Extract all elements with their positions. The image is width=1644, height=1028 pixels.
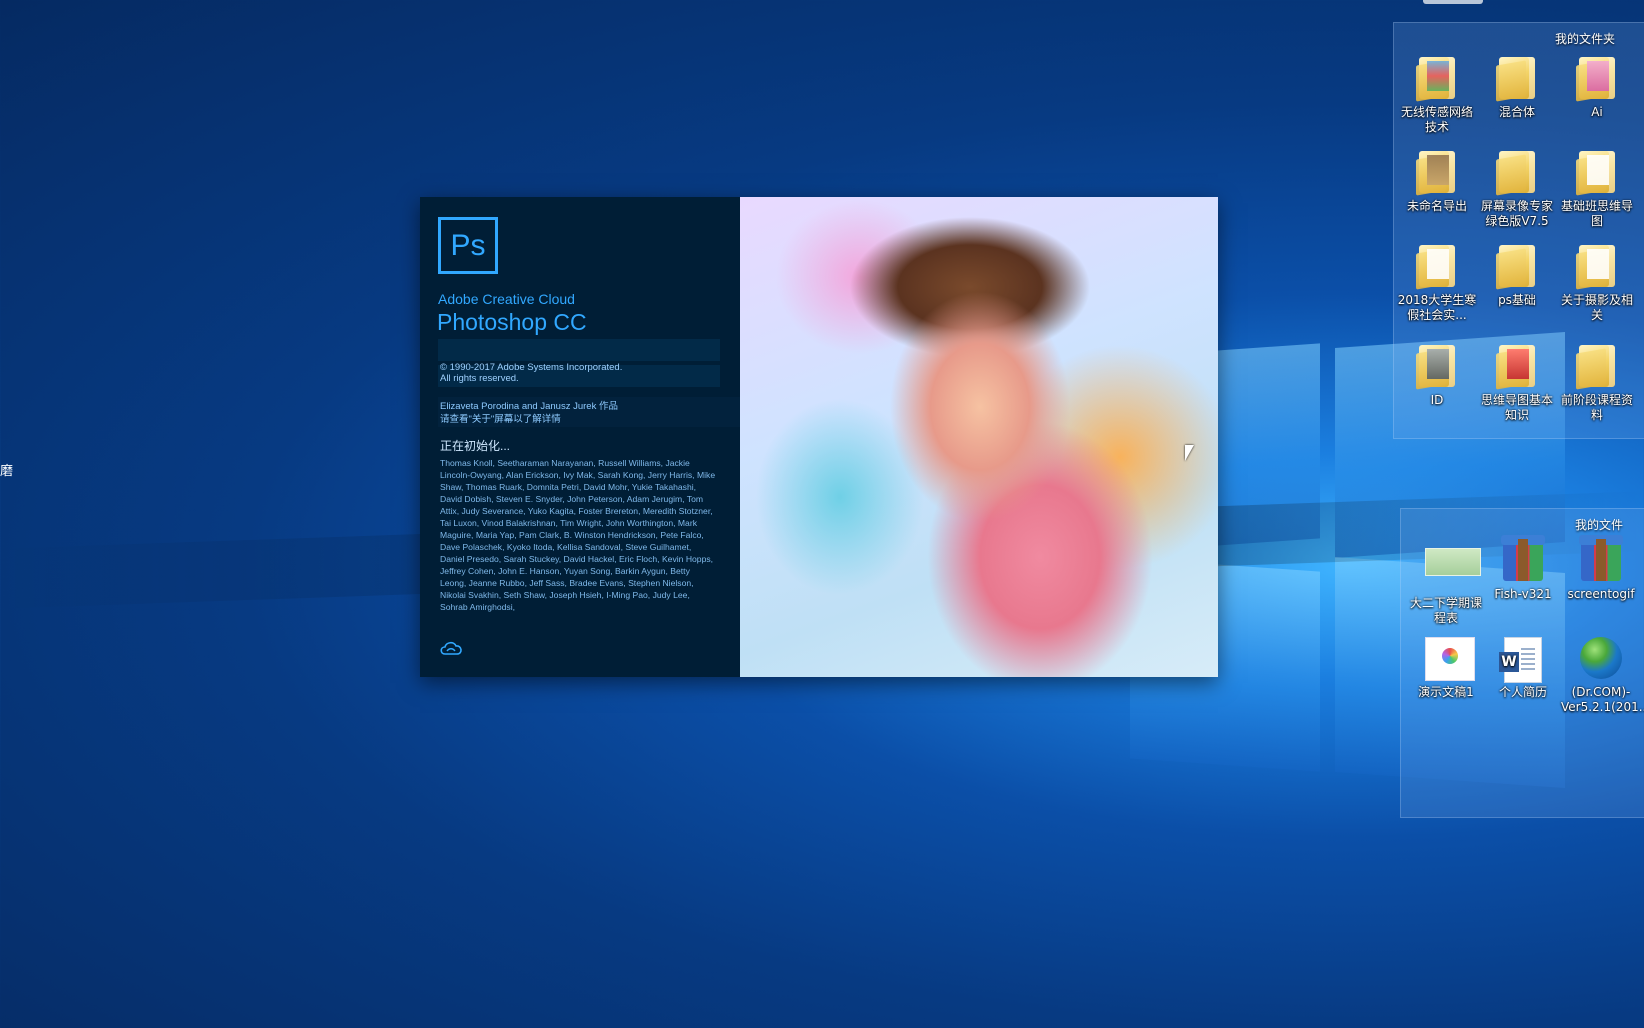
desktop-icon-folder[interactable]: 思维导图基本知识 xyxy=(1477,345,1557,423)
icon-label: 2018大学生寒假社会实... xyxy=(1397,293,1477,322)
desktop-icon-folder[interactable]: 无线传感网络技术 xyxy=(1397,57,1477,135)
desktop-icon-folder[interactable]: 混合体 xyxy=(1477,57,1557,120)
icon-label: 屏幕录像专家绿色版V7.5 xyxy=(1480,199,1553,228)
fence-title[interactable]: 我的文件夹 xyxy=(1555,30,1615,47)
desktop-icon-file[interactable]: W 个人简历 xyxy=(1483,637,1563,700)
desktop-icon-folder[interactable]: ps基础 xyxy=(1477,245,1557,308)
word-document-icon: W xyxy=(1499,637,1542,683)
desktop-icon-file[interactable]: screentogif xyxy=(1561,535,1641,602)
desktop-icon-folder[interactable]: Ai xyxy=(1557,57,1637,120)
icon-label: Fish-v321 xyxy=(1494,587,1552,601)
divider-bar xyxy=(438,339,720,361)
desktop-icon-folder[interactable]: 屏幕录像专家绿色版V7.5 xyxy=(1477,151,1557,229)
icon-label: screentogif xyxy=(1567,587,1635,601)
contributors-list: Thomas Knoll, Seetharaman Narayanan, Rus… xyxy=(440,458,716,612)
artwork-credit-hint: 请查看"关于"屏幕以了解详情 xyxy=(440,414,561,425)
icon-label: 未命名导出 xyxy=(1406,199,1467,213)
icon-label: 关于摄影及相关 xyxy=(1560,293,1633,322)
fence-my-files[interactable]: 我的文件 大二下学期课程表 Fish-v321 screentogif 演示文稿… xyxy=(1400,508,1644,818)
creative-cloud-icon xyxy=(440,641,462,655)
folder-icon xyxy=(1499,345,1535,387)
winrar-archive-icon xyxy=(1501,535,1545,581)
desktop[interactable]: 磨 我的文件夹 无线传感网络技术 混合体 Ai 未命名导出 屏幕录像专家绿色版V… xyxy=(0,0,1644,1028)
globe-icon xyxy=(1580,637,1622,679)
icon-label: 基础班思维导图 xyxy=(1560,199,1633,228)
fence-handle[interactable] xyxy=(1423,0,1483,4)
icon-label: ID xyxy=(1430,393,1444,407)
photoshop-logo-icon: Ps xyxy=(438,217,498,274)
desktop-icon-folder[interactable]: 关于摄影及相关 xyxy=(1557,245,1637,323)
icon-label: (Dr.COM)-Ver5.2.1(201... xyxy=(1561,685,1644,714)
folder-icon xyxy=(1499,245,1535,287)
folder-icon xyxy=(1579,345,1615,387)
icon-label: Ai xyxy=(1591,105,1603,119)
brand-name: Adobe Creative Cloud xyxy=(438,291,575,307)
product-name: Photoshop CC xyxy=(437,309,587,335)
icon-label: 思维导图基本知识 xyxy=(1480,393,1553,422)
desktop-icon-folder[interactable]: ID xyxy=(1397,345,1477,408)
loading-status: 正在初始化... xyxy=(440,439,511,453)
folder-icon xyxy=(1579,151,1615,193)
fence-title[interactable]: 我的文件 xyxy=(1575,516,1623,533)
folder-icon xyxy=(1499,151,1535,193)
folder-icon xyxy=(1579,245,1615,287)
desktop-icon-file[interactable]: 大二下学期课程表 xyxy=(1406,539,1486,626)
mouse-cursor-icon xyxy=(1185,445,1194,461)
icon-label: 混合体 xyxy=(1498,105,1535,119)
winrar-archive-icon xyxy=(1579,535,1623,581)
copyright-line: © 1990-2017 Adobe Systems Incorporated. xyxy=(440,362,623,373)
desktop-icon-folder[interactable]: 前阶段课程资料 xyxy=(1557,345,1637,423)
icon-label: 个人简历 xyxy=(1498,685,1547,699)
copyright-notice: © 1990-2017 Adobe Systems Incorporated. … xyxy=(440,362,720,384)
copyright-line: All rights reserved. xyxy=(440,373,519,384)
image-thumbnail-icon xyxy=(1425,548,1481,576)
icon-label: ps基础 xyxy=(1498,293,1536,307)
folder-icon xyxy=(1419,345,1455,387)
artwork-credit-artists: Elizaveta Porodina and Janusz Jurek 作品 xyxy=(440,401,618,412)
desktop-icon-file[interactable]: Fish-v321 xyxy=(1483,535,1563,602)
desktop-icon-folder[interactable]: 基础班思维导图 xyxy=(1557,151,1637,229)
splash-info-panel: Ps Adobe Creative Cloud Photoshop CC © 1… xyxy=(420,197,769,677)
fence-my-folders[interactable]: 我的文件夹 无线传感网络技术 混合体 Ai 未命名导出 屏幕录像专家绿色版V7.… xyxy=(1393,22,1644,439)
artwork-credit: Elizaveta Porodina and Janusz Jurek 作品 请… xyxy=(440,400,618,426)
desktop-icon-file[interactable]: (Dr.COM)-Ver5.2.1(201... xyxy=(1561,637,1644,715)
folder-icon xyxy=(1579,57,1615,99)
icon-label: 无线传感网络技术 xyxy=(1400,105,1473,134)
folder-icon xyxy=(1419,57,1455,99)
icon-label: 前阶段课程资料 xyxy=(1560,393,1633,422)
folder-icon xyxy=(1499,57,1535,99)
photoshop-splash-screen: Ps Adobe Creative Cloud Photoshop CC © 1… xyxy=(420,197,1218,677)
presentation-icon xyxy=(1425,637,1475,681)
folder-icon xyxy=(1419,245,1455,287)
offscreen-icon-label[interactable]: 磨 xyxy=(0,460,13,479)
folder-icon xyxy=(1419,151,1455,193)
icon-label: 演示文稿1 xyxy=(1418,685,1474,699)
icon-label: 大二下学期课程表 xyxy=(1409,596,1482,625)
desktop-icon-folder[interactable]: 未命名导出 xyxy=(1397,151,1477,214)
desktop-icon-file[interactable]: 演示文稿1 xyxy=(1406,637,1486,700)
desktop-icon-folder[interactable]: 2018大学生寒假社会实... xyxy=(1397,245,1477,323)
splash-artwork-image xyxy=(740,197,1218,677)
